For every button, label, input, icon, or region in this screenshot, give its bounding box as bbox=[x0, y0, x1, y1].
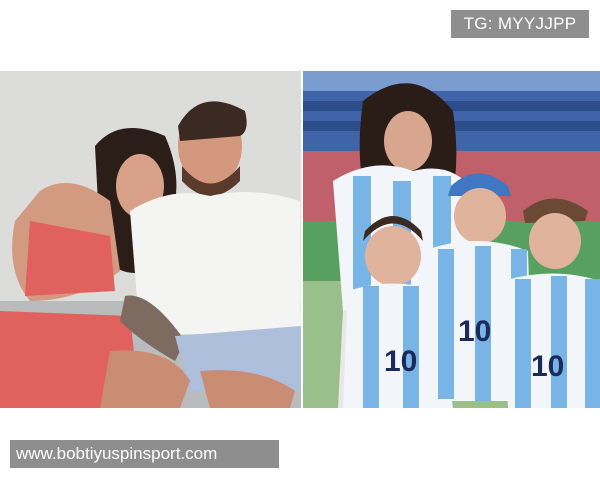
jersey-number-middle: 10 bbox=[458, 315, 491, 348]
tg-badge: TG: MYYJJPP bbox=[451, 10, 589, 38]
photo-family-stadium: 10 10 10 bbox=[303, 71, 600, 408]
watermark-url: www.bobtiyuspinsport.com bbox=[10, 440, 279, 468]
jersey-number-left: 10 bbox=[384, 345, 417, 378]
jersey-number-right: 10 bbox=[531, 350, 564, 383]
photo-couple bbox=[0, 71, 301, 408]
